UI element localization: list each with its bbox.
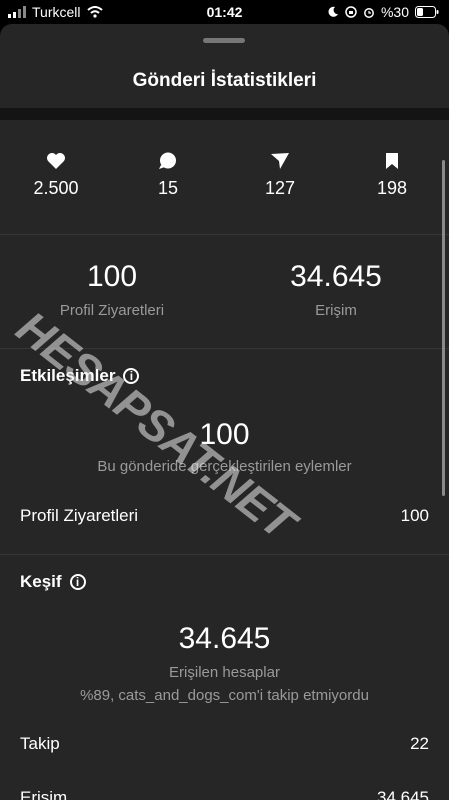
alarm-icon bbox=[364, 8, 374, 18]
status-right: %30 bbox=[327, 4, 439, 20]
bookmark-icon bbox=[386, 153, 398, 169]
discovery-title: Keşif bbox=[20, 572, 62, 591]
reach-summary: 34.645 Erişim bbox=[246, 260, 426, 319]
title-separator bbox=[0, 108, 449, 120]
engagement-row-profile-visits: Profil Ziyaretleri 100 bbox=[20, 506, 429, 526]
battery-percent: %30 bbox=[380, 4, 409, 20]
scrollbar[interactable] bbox=[442, 160, 445, 496]
comments-stat: 15 bbox=[128, 152, 208, 199]
divider bbox=[0, 234, 449, 235]
engagement-description: Bu gönderide gerçekleştirilen eylemler bbox=[97, 458, 352, 475]
comment-icon bbox=[159, 152, 176, 169]
row-value: 34.645 bbox=[377, 788, 429, 800]
orientation-lock-icon bbox=[345, 6, 357, 18]
discovery-value: 34.645 bbox=[178, 622, 271, 655]
status-bar: Turkcell 01:42 %30 bbox=[0, 0, 449, 24]
info-icon[interactable]: i bbox=[123, 368, 140, 384]
comments-count: 15 bbox=[157, 178, 179, 198]
moon-icon bbox=[328, 6, 338, 17]
insights-sheet: Gönderi İstatistikleri 2.500 15 127 198 … bbox=[0, 24, 449, 800]
battery-icon bbox=[415, 6, 439, 18]
likes-count: 2.500 bbox=[33, 178, 79, 198]
row-label: Profil Ziyaretleri bbox=[20, 506, 139, 525]
discovery-note: %89, cats_and_dogs_com'i takip etmiyordu bbox=[80, 687, 369, 704]
row-value: 22 bbox=[410, 734, 429, 753]
shares-count: 127 bbox=[264, 178, 296, 198]
reach-value: 34.645 bbox=[290, 260, 382, 293]
row-label: Erişim bbox=[20, 788, 68, 800]
discovery-row-follows: Takip 22 bbox=[20, 734, 429, 754]
interaction-stats: 2.500 15 127 198 bbox=[0, 152, 449, 212]
saves-stat: 198 bbox=[352, 152, 432, 199]
heart-icon bbox=[47, 153, 65, 169]
profile-visits-label: Profil Ziyaretleri bbox=[59, 302, 165, 319]
engagement-title: Etkileşimler bbox=[20, 366, 116, 385]
discovery-heading: Keşif i bbox=[20, 572, 86, 592]
page-title: Gönderi İstatistikleri bbox=[132, 70, 317, 91]
row-label: Takip bbox=[20, 734, 60, 753]
discovery-row-reach: Erişim 34.645 bbox=[20, 788, 429, 800]
likes-stat: 2.500 bbox=[16, 152, 96, 199]
shares-stat: 127 bbox=[240, 152, 320, 199]
engagement-heading: Etkileşimler i bbox=[20, 366, 140, 386]
profile-visits-value: 100 bbox=[86, 260, 138, 293]
share-icon bbox=[271, 153, 289, 169]
engagement-value: 100 bbox=[199, 418, 250, 451]
drag-handle[interactable] bbox=[203, 38, 245, 43]
row-value: 100 bbox=[400, 506, 429, 525]
profile-visits-summary: 100 Profil Ziyaretleri bbox=[22, 260, 202, 319]
divider bbox=[0, 348, 449, 349]
info-icon[interactable]: i bbox=[69, 574, 86, 590]
reach-label: Erişim bbox=[315, 302, 357, 319]
divider bbox=[0, 554, 449, 555]
discovery-label: Erişilen hesaplar bbox=[169, 664, 280, 681]
saves-count: 198 bbox=[376, 178, 408, 198]
